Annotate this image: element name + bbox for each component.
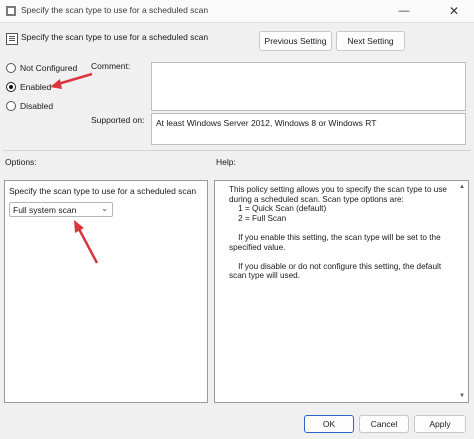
radio-enabled[interactable]: Enabled bbox=[6, 82, 51, 92]
scan-type-dropdown[interactable]: Full system scan ⌄ bbox=[9, 202, 113, 217]
title-bar: Specify the scan type to use for a sched… bbox=[0, 0, 474, 23]
window-title: Specify the scan type to use for a sched… bbox=[21, 5, 209, 15]
comment-label: Comment: bbox=[91, 61, 131, 71]
next-setting-button[interactable]: Next Setting bbox=[336, 31, 405, 51]
cancel-button[interactable]: Cancel bbox=[359, 415, 409, 433]
dropdown-value: Full system scan bbox=[13, 205, 77, 215]
apply-button[interactable]: Apply bbox=[414, 415, 466, 433]
minimize-button[interactable]: — bbox=[387, 0, 421, 22]
supported-on-field: At least Windows Server 2012, Windows 8 … bbox=[151, 113, 466, 145]
policy-app-icon bbox=[6, 6, 16, 16]
previous-setting-button[interactable]: Previous Setting bbox=[259, 31, 332, 51]
chevron-down-icon: ⌄ bbox=[101, 204, 108, 213]
annotation-arrow-enabled bbox=[50, 72, 93, 89]
radio-not-configured[interactable]: Not Configured bbox=[6, 63, 77, 73]
radio-label: Not Configured bbox=[20, 63, 78, 73]
scroll-down-icon[interactable]: ▼ bbox=[459, 393, 465, 399]
scan-type-label: Specify the scan type to use for a sched… bbox=[9, 186, 197, 196]
help-pane: This policy setting allows you to specif… bbox=[214, 180, 469, 403]
radio-label: Enabled bbox=[20, 82, 52, 92]
options-pane: Specify the scan type to use for a sched… bbox=[4, 180, 208, 403]
policy-name: Specify the scan type to use for a sched… bbox=[21, 32, 209, 42]
help-header: Help: bbox=[216, 157, 236, 167]
scroll-up-icon[interactable]: ▲ bbox=[459, 184, 465, 190]
close-button[interactable]: ✕ bbox=[437, 0, 471, 22]
comment-field[interactable] bbox=[151, 62, 466, 111]
radio-disabled[interactable]: Disabled bbox=[6, 101, 53, 111]
options-header: Options: bbox=[5, 157, 37, 167]
help-text: This policy setting allows you to specif… bbox=[229, 185, 447, 281]
radio-circle[interactable] bbox=[6, 63, 16, 73]
policy-setting-icon bbox=[6, 33, 18, 45]
radio-label: Disabled bbox=[20, 101, 54, 111]
supported-on-label: Supported on: bbox=[91, 115, 145, 125]
radio-circle-selected[interactable] bbox=[6, 82, 16, 92]
section-divider bbox=[3, 150, 471, 151]
radio-circle[interactable] bbox=[6, 101, 16, 111]
ok-button[interactable]: OK bbox=[304, 415, 354, 433]
